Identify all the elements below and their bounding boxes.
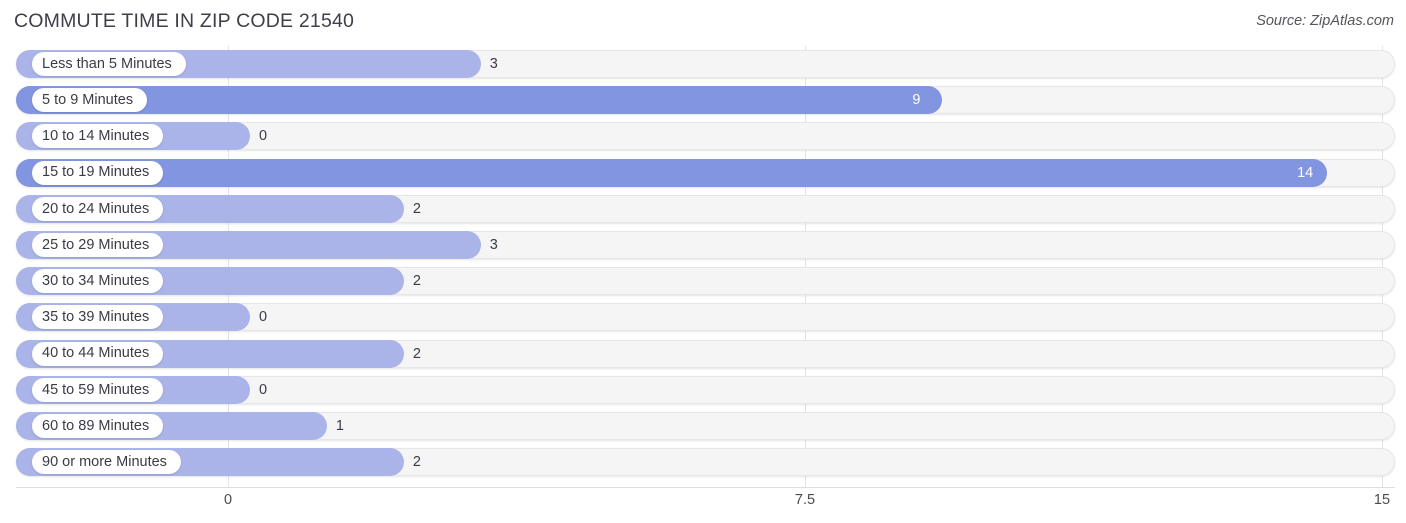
category-label: 15 to 19 Minutes — [42, 164, 150, 181]
category-label-pill: Less than 5 Minutes — [32, 52, 186, 76]
tick-label-7.5: 7.5 — [794, 492, 816, 508]
bar-value-label: 0 — [259, 128, 268, 145]
value-bar[interactable] — [16, 86, 943, 115]
chart-plot-area: Less than 5 Minutes 3 5 to 9 Minutes 9 10 to… — [0, 46, 1406, 487]
bar-value-label: 2 — [412, 345, 421, 362]
category-label-pill: 10 to 14 Minutes — [32, 124, 164, 149]
category-label-pill: 15 to 19 Minutes — [32, 160, 164, 185]
bar-value-label: 9 — [912, 92, 921, 109]
category-label: 40 to 44 Minutes — [42, 345, 150, 362]
category-label-pill: 30 to 34 Minutes — [32, 269, 164, 294]
bar-row[interactable]: Less than 5 Minutes 3 — [16, 50, 1395, 78]
category-label: 10 to 14 Minutes — [42, 128, 150, 145]
bar-row[interactable]: 45 to 59 Minutes 0 — [16, 375, 1395, 404]
category-label-pill: 5 to 9 Minutes — [32, 88, 148, 113]
bar-value-label: 2 — [412, 273, 421, 290]
bar-value-label: 0 — [259, 381, 268, 398]
category-label: 5 to 9 Minutes — [42, 91, 134, 108]
bar-row[interactable]: 60 to 89 Minutes 1 — [16, 412, 1395, 440]
page-title: COMMUTE TIME IN ZIP CODE 21540 — [14, 10, 355, 32]
bar-value-label: 1 — [335, 418, 344, 434]
category-label: Less than 5 Minutes — [42, 55, 172, 72]
category-label-pill: 40 to 44 Minutes — [32, 341, 164, 366]
bar-row[interactable]: 35 to 39 Minutes 0 — [16, 303, 1395, 332]
source-attribution: Source: ZipAtlas.com — [1256, 13, 1394, 29]
x-axis: 0 7.5 15 — [0, 487, 1406, 523]
bar-rows: Less than 5 Minutes 3 5 to 9 Minutes 9 10 to… — [0, 46, 1406, 487]
bar-row[interactable]: 30 to 34 Minutes 2 — [16, 267, 1395, 296]
category-label: 25 to 29 Minutes — [42, 236, 150, 253]
axis-line — [16, 487, 1395, 488]
bar-value-label: 0 — [259, 309, 268, 326]
chart-header: COMMUTE TIME IN ZIP CODE 21540 Source: Z… — [0, 0, 1406, 46]
bar-row[interactable]: 10 to 14 Minutes 0 — [16, 122, 1395, 151]
bar-value-label: 3 — [489, 56, 498, 72]
category-label: 45 to 59 Minutes — [42, 381, 150, 398]
tick-label-15: 15 — [1373, 492, 1391, 508]
bar-value-label: 2 — [412, 200, 421, 217]
bar-value-label: 3 — [489, 237, 498, 253]
category-label: 90 or more Minutes — [42, 453, 167, 470]
category-label: 30 to 34 Minutes — [42, 272, 150, 289]
category-label: 60 to 89 Minutes — [42, 417, 150, 434]
bar-value-label: 2 — [412, 454, 421, 471]
bar-row[interactable]: 5 to 9 Minutes 9 — [16, 86, 1395, 115]
bar-row[interactable]: 20 to 24 Minutes 2 — [16, 194, 1395, 223]
category-label-pill: 35 to 39 Minutes — [32, 305, 164, 330]
category-label: 20 to 24 Minutes — [42, 200, 150, 217]
bar-value-label: 14 — [1297, 164, 1314, 181]
tick-label-0: 0 — [223, 492, 233, 508]
bar-row[interactable]: 40 to 44 Minutes 2 — [16, 339, 1395, 368]
category-label-pill: 45 to 59 Minutes — [32, 377, 164, 402]
category-label-pill: 25 to 29 Minutes — [32, 233, 164, 257]
category-label-pill: 90 or more Minutes — [32, 450, 181, 475]
bar-row[interactable]: 90 or more Minutes 2 — [16, 448, 1395, 477]
category-label-pill: 20 to 24 Minutes — [32, 196, 164, 221]
bar-row[interactable]: 15 to 19 Minutes 14 — [16, 158, 1395, 187]
value-bar[interactable] — [16, 158, 1328, 187]
category-label: 35 to 39 Minutes — [42, 309, 150, 326]
bar-row[interactable]: 25 to 29 Minutes 3 — [16, 231, 1395, 259]
category-label-pill: 60 to 89 Minutes — [32, 414, 164, 438]
